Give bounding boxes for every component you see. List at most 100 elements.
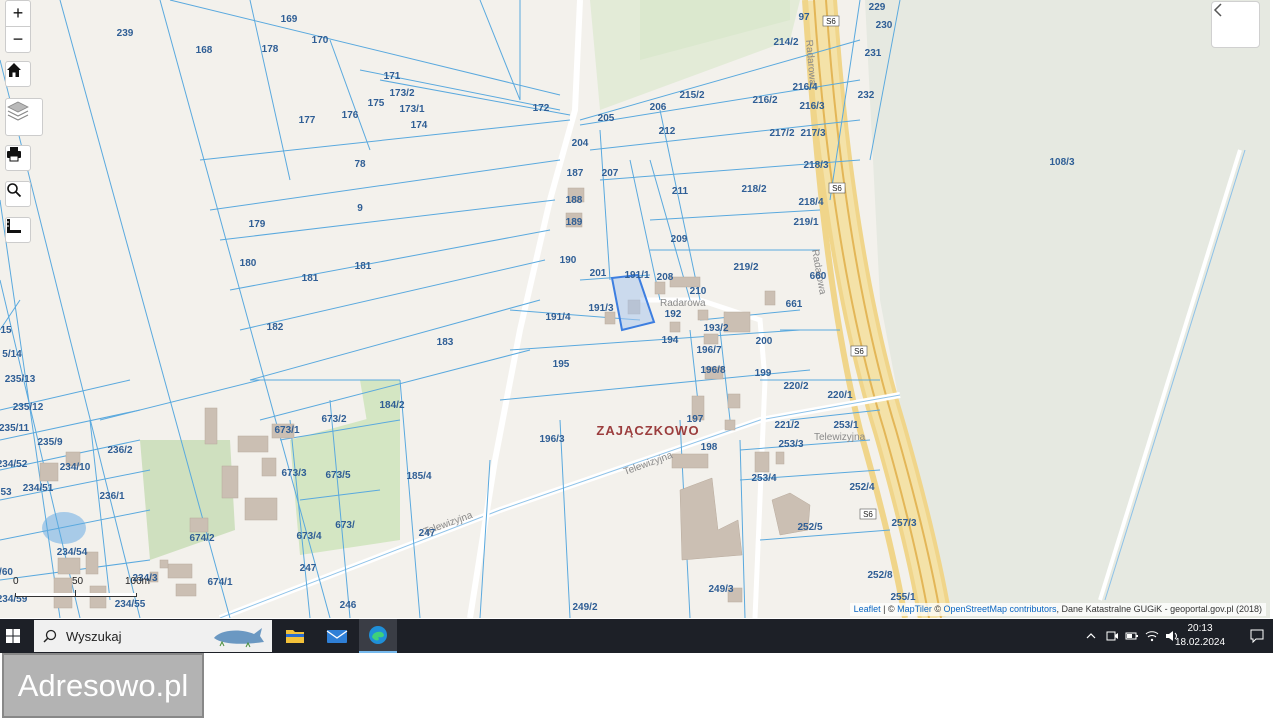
parcel-label: 208 bbox=[657, 272, 674, 283]
parcel-label: 219/1 bbox=[793, 217, 818, 228]
parcel-label: 234/10 bbox=[60, 462, 91, 473]
parcel-label: 253/1 bbox=[833, 420, 858, 431]
parcel-label: 198 bbox=[701, 442, 718, 453]
scale-bar: 0 50 100m bbox=[13, 576, 150, 602]
taskbar-mail[interactable] bbox=[318, 619, 356, 653]
parcel-label: 183 bbox=[437, 337, 454, 348]
wifi-icon[interactable] bbox=[1145, 629, 1159, 643]
maptiler-link[interactable]: MapTiler bbox=[897, 604, 932, 614]
parcel-label: 201 bbox=[590, 268, 607, 279]
parcel-label: 231 bbox=[865, 48, 882, 59]
battery-icon[interactable] bbox=[1125, 629, 1139, 643]
layers-button[interactable] bbox=[5, 98, 43, 136]
home-button[interactable] bbox=[5, 61, 31, 87]
parcel-label: 184/2 bbox=[379, 400, 404, 411]
measure-button[interactable] bbox=[5, 217, 31, 243]
parcel-label: 206 bbox=[650, 102, 667, 113]
building bbox=[703, 333, 719, 345]
building bbox=[724, 419, 736, 431]
parcel-label: 674/1 bbox=[207, 577, 232, 588]
parcel-label: 181 bbox=[355, 261, 372, 272]
notifications-icon[interactable] bbox=[1249, 628, 1265, 644]
meet-now-icon[interactable] bbox=[1105, 629, 1119, 643]
parcel-label: 673/2 bbox=[321, 414, 346, 425]
parcel-label: 216/2 bbox=[752, 95, 777, 106]
parcel-label: 232 bbox=[858, 90, 875, 101]
parcel-label: 173/1 bbox=[399, 104, 424, 115]
parcel-label: 108/3 bbox=[1049, 157, 1074, 168]
parcel-label: 249/3 bbox=[708, 584, 733, 595]
parcel-label: 192 bbox=[665, 309, 682, 320]
parcel-label: 673/3 bbox=[281, 468, 306, 479]
chevron-up-icon[interactable] bbox=[1085, 630, 1097, 642]
parcel-label: 236/2 bbox=[107, 445, 132, 456]
building bbox=[261, 457, 277, 477]
parcel-label: 220/1 bbox=[827, 390, 852, 401]
parcel-label: 660 bbox=[810, 271, 827, 282]
parcel-label: 171 bbox=[384, 71, 401, 82]
building bbox=[57, 557, 81, 575]
panel-toggle-button[interactable] bbox=[1211, 1, 1260, 48]
building bbox=[697, 309, 709, 321]
map-attribution: Leaflet | © MapTiler © OpenStreetMap con… bbox=[849, 603, 1266, 616]
taskbar-search-box[interactable]: Wyszukaj bbox=[34, 620, 272, 652]
osm-link[interactable]: OpenStreetMap contributors bbox=[943, 604, 1056, 614]
parcel-label: 216/3 bbox=[799, 101, 824, 112]
parcel-label: 253/4 bbox=[751, 473, 776, 484]
whale-icon bbox=[214, 628, 264, 648]
parcel-label: 179 bbox=[249, 219, 266, 230]
parcel-label: 194 bbox=[662, 335, 679, 346]
leaflet-link[interactable]: Leaflet bbox=[854, 604, 881, 614]
building bbox=[671, 453, 709, 469]
road-shield-s6: S6 bbox=[826, 17, 836, 26]
search-map-button[interactable] bbox=[5, 181, 31, 207]
parcel-label: 190 bbox=[560, 255, 577, 266]
map-canvas: S6 S6 S6 S6 Radarowa Radarowa Radarowa T… bbox=[0, 0, 1270, 618]
parcel-label: 211 bbox=[672, 186, 689, 197]
parcel-label: 210 bbox=[690, 286, 707, 297]
print-button[interactable] bbox=[5, 145, 31, 171]
start-button[interactable] bbox=[0, 619, 26, 653]
cadastral-map[interactable]: S6 S6 S6 S6 Radarowa Radarowa Radarowa T… bbox=[0, 0, 1270, 618]
parcel-label: 191/3 bbox=[588, 303, 613, 314]
parcel-label: 239 bbox=[117, 28, 134, 39]
building bbox=[775, 451, 785, 465]
parcel-label: 180 bbox=[240, 258, 257, 269]
zoom-control: + − bbox=[5, 0, 31, 53]
building bbox=[669, 321, 681, 333]
parcel-label: 182 bbox=[267, 322, 284, 333]
parcel-label: 218/4 bbox=[798, 197, 823, 208]
taskbar-clock[interactable]: 20:13 18.02.2024 bbox=[1172, 622, 1228, 650]
parcel-label: 193/2 bbox=[703, 323, 728, 334]
parcel-label: 219/2 bbox=[733, 262, 758, 273]
parcel-label: 247 bbox=[300, 563, 317, 574]
search-icon bbox=[43, 629, 57, 643]
clock-date: 18.02.2024 bbox=[1174, 637, 1226, 648]
parcel-label: 218/2 bbox=[741, 184, 766, 195]
scale-label-mid: 50 bbox=[72, 576, 84, 587]
home-icon bbox=[7, 63, 21, 77]
parcel-label: 235/9 bbox=[37, 437, 62, 448]
parcel-label: 252/4 bbox=[849, 482, 874, 493]
parcel-label: 175 bbox=[368, 98, 385, 109]
taskbar-file-explorer[interactable] bbox=[276, 619, 314, 653]
parcel-label: 97 bbox=[798, 12, 810, 23]
road-shield-s6: S6 bbox=[854, 347, 864, 356]
parcel-label: 204 bbox=[572, 138, 589, 149]
place-label: ZAJĄCZKOWO bbox=[596, 423, 699, 438]
parcel-label: /60 bbox=[0, 567, 13, 578]
parcel-label: 214/2 bbox=[773, 37, 798, 48]
parcel-label: 246 bbox=[340, 600, 357, 611]
parcel-label: 252/5 bbox=[797, 522, 822, 533]
parcel-label: 187 bbox=[567, 168, 584, 179]
zoom-out-button[interactable]: − bbox=[6, 26, 30, 52]
folder-icon bbox=[286, 630, 304, 643]
parcel-label: 673/5 bbox=[325, 470, 350, 481]
zoom-in-button[interactable]: + bbox=[6, 1, 30, 26]
parcel-label: 229 bbox=[869, 2, 886, 13]
parcel-label: 217/2 bbox=[769, 128, 794, 139]
parcel-label: 172 bbox=[533, 103, 550, 114]
taskbar-edge[interactable] bbox=[359, 619, 397, 653]
watermark-text: Adresowo.pl bbox=[17, 667, 189, 703]
building bbox=[167, 563, 193, 579]
